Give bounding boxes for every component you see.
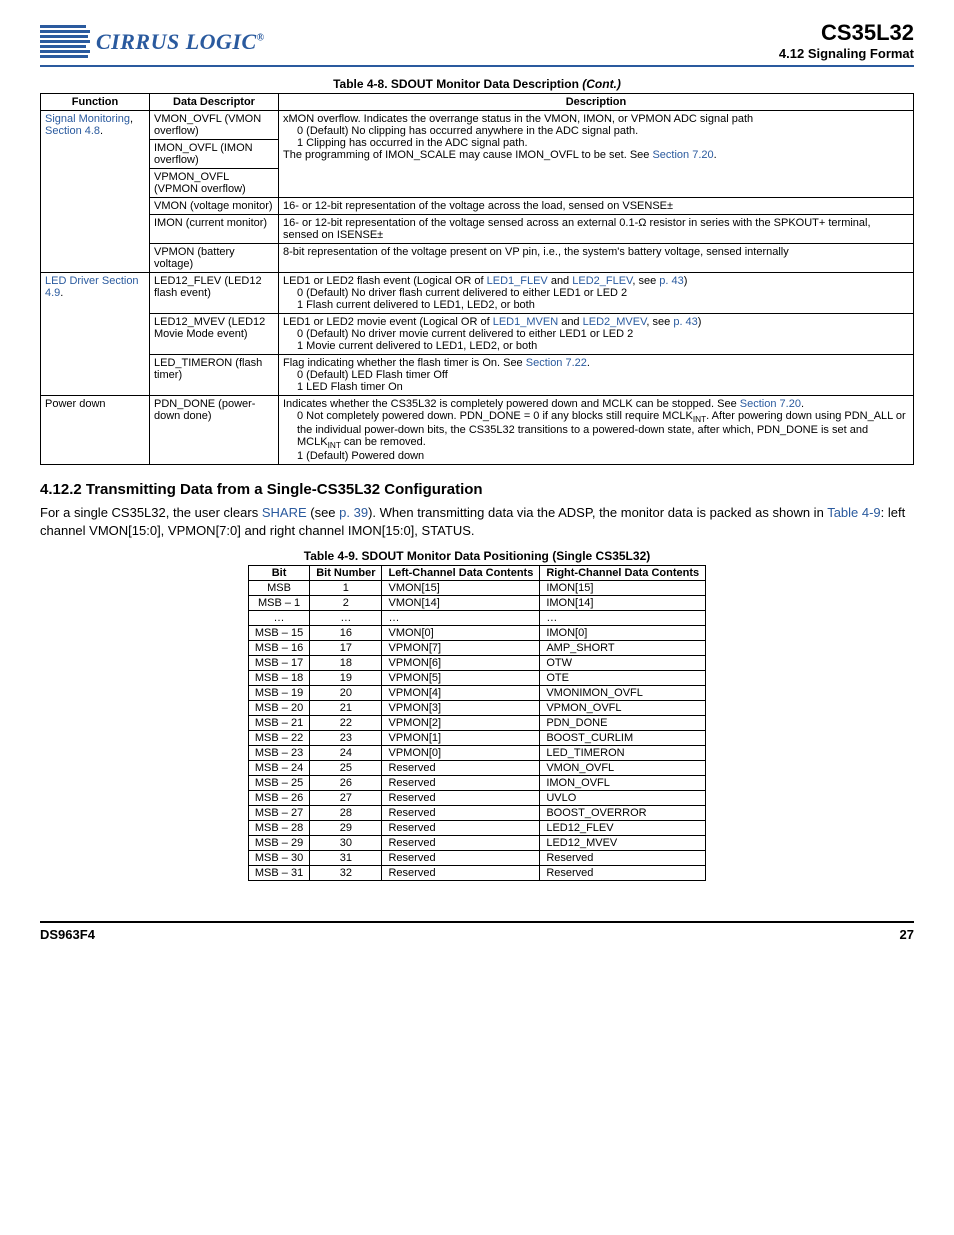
dd-cell: VPMON (battery voltage) — [150, 244, 279, 273]
dd-pdn-done: PDN_DONE (power-down done) — [150, 396, 279, 465]
table-row: MSB – 3132ReservedReserved — [248, 866, 705, 881]
table-4-9: Bit Bit Number Left-Channel Data Content… — [248, 565, 706, 881]
dd-cell: LED_TIMERON (flash timer) — [150, 355, 279, 396]
dd-cell: VMON (voltage monitor) — [150, 198, 279, 215]
link-section-7-20[interactable]: Section 7.20 — [652, 149, 713, 161]
th-bit-number: Bit Number — [310, 566, 382, 581]
page-footer: DS963F4 27 — [40, 921, 914, 942]
link-section-4-8[interactable]: Section 4.8 — [45, 125, 100, 137]
desc-xmon-ovfl: xMON overflow. Indicates the overrange s… — [279, 111, 914, 198]
desc-cell: 8-bit representation of the voltage pres… — [279, 244, 914, 273]
th-bit: Bit — [248, 566, 309, 581]
page-header: CIRRUS LOGIC® CS35L32 4.12 Signaling For… — [40, 20, 914, 67]
dd-cell: IMON (current monitor) — [150, 215, 279, 244]
table-4-9-caption: Table 4-9. SDOUT Monitor Data Positionin… — [40, 549, 914, 563]
table-row: MSB – 1718VPMON[6]OTW — [248, 656, 705, 671]
table-row: MSB – 1920VPMON[4]VMONIMON_OVFL — [248, 686, 705, 701]
table-row: MSB – 1516VMON[0]IMON[0] — [248, 626, 705, 641]
dd-vmon-ovfl: VMON_OVFL (VMON overflow) — [150, 111, 279, 140]
dd-cell: VPMON_OVFL (VPMON overflow) — [150, 169, 279, 198]
table-row: MSB – 2021VPMON[3]VPMON_OVFL — [248, 701, 705, 716]
brand-text: CIRRUS LOGIC® — [96, 29, 265, 55]
link-signal-monitoring[interactable]: Signal Monitoring — [45, 113, 130, 125]
table-row: MSB – 2930ReservedLED12_MVEV — [248, 836, 705, 851]
dd-cell: LED12_FLEV (LED12 flash event) — [150, 273, 279, 314]
func-led-driver: LED Driver Section 4.9. — [41, 273, 150, 396]
th-description: Description — [279, 94, 914, 111]
section-4-12-2-body: For a single CS35L32, the user clears SH… — [40, 504, 914, 539]
func-signal-monitoring: Signal Monitoring, Section 4.8. — [41, 111, 150, 273]
dd-cell: LED12_MVEV (LED12 Movie Mode event) — [150, 314, 279, 355]
th-function: Function — [41, 94, 150, 111]
desc-cell: 16- or 12-bit representation of the volt… — [279, 198, 914, 215]
table-4-8: Function Data Descriptor Description Sig… — [40, 93, 914, 465]
link-table-4-9[interactable]: Table 4-9 — [827, 505, 880, 520]
section-4-12-2-heading: 4.12.2 Transmitting Data from a Single-C… — [40, 481, 914, 498]
desc-cell: LED1 or LED2 flash event (Logical OR of … — [279, 273, 914, 314]
link-p39[interactable]: p. 39 — [339, 505, 368, 520]
table-row: MSB – 2223VPMON[1]BOOST_CURLIM — [248, 731, 705, 746]
th-left-channel: Left-Channel Data Contents — [382, 566, 540, 581]
table-row: MSB – 2324VPMON[0]LED_TIMERON — [248, 746, 705, 761]
footer-right: 27 — [900, 927, 914, 942]
table-row: MSB – 2728ReservedBOOST_OVERROR — [248, 806, 705, 821]
table-row: MSB – 12VMON[14]IMON[14] — [248, 596, 705, 611]
footer-left: DS963F4 — [40, 927, 95, 942]
link-share[interactable]: SHARE — [262, 505, 307, 520]
brand-logo: CIRRUS LOGIC® — [40, 23, 265, 61]
table-row: MSB – 2627ReservedUVLO — [248, 791, 705, 806]
link-section-7-20b[interactable]: Section 7.20 — [740, 398, 801, 410]
desc-cell: 16- or 12-bit representation of the volt… — [279, 215, 914, 244]
desc-pdn-done: Indicates whether the CS35L32 is complet… — [279, 396, 914, 465]
desc-cell: Flag indicating whether the flash timer … — [279, 355, 914, 396]
table-row: MSB – 1617VPMON[7]AMP_SHORT — [248, 641, 705, 656]
table-row: MSB – 2829ReservedLED12_FLEV — [248, 821, 705, 836]
func-power-down: Power down — [41, 396, 150, 465]
table-row: MSB – 2526ReservedIMON_OVFL — [248, 776, 705, 791]
header-title-area: CS35L32 4.12 Signaling Format — [779, 20, 914, 61]
dd-cell: IMON_OVFL (IMON overflow) — [150, 140, 279, 169]
th-right-channel: Right-Channel Data Contents — [540, 566, 706, 581]
logo-stripes-icon — [40, 23, 90, 61]
table-row: MSB – 2425ReservedVMON_OVFL — [248, 761, 705, 776]
desc-cell: LED1 or LED2 movie event (Logical OR of … — [279, 314, 914, 355]
table-row: ………… — [248, 611, 705, 626]
table-row: MSB – 1819VPMON[5]OTE — [248, 671, 705, 686]
section-title: 4.12 Signaling Format — [779, 46, 914, 61]
table-row: MSB1VMON[15]IMON[15] — [248, 581, 705, 596]
table-row: MSB – 3031ReservedReserved — [248, 851, 705, 866]
table-row: MSB – 2122VPMON[2]PDN_DONE — [248, 716, 705, 731]
th-data-descriptor: Data Descriptor — [150, 94, 279, 111]
link-led-driver[interactable]: LED Driver — [45, 275, 99, 287]
doc-title: CS35L32 — [779, 20, 914, 46]
table-4-8-caption: Table 4-8. SDOUT Monitor Data Descriptio… — [40, 77, 914, 91]
